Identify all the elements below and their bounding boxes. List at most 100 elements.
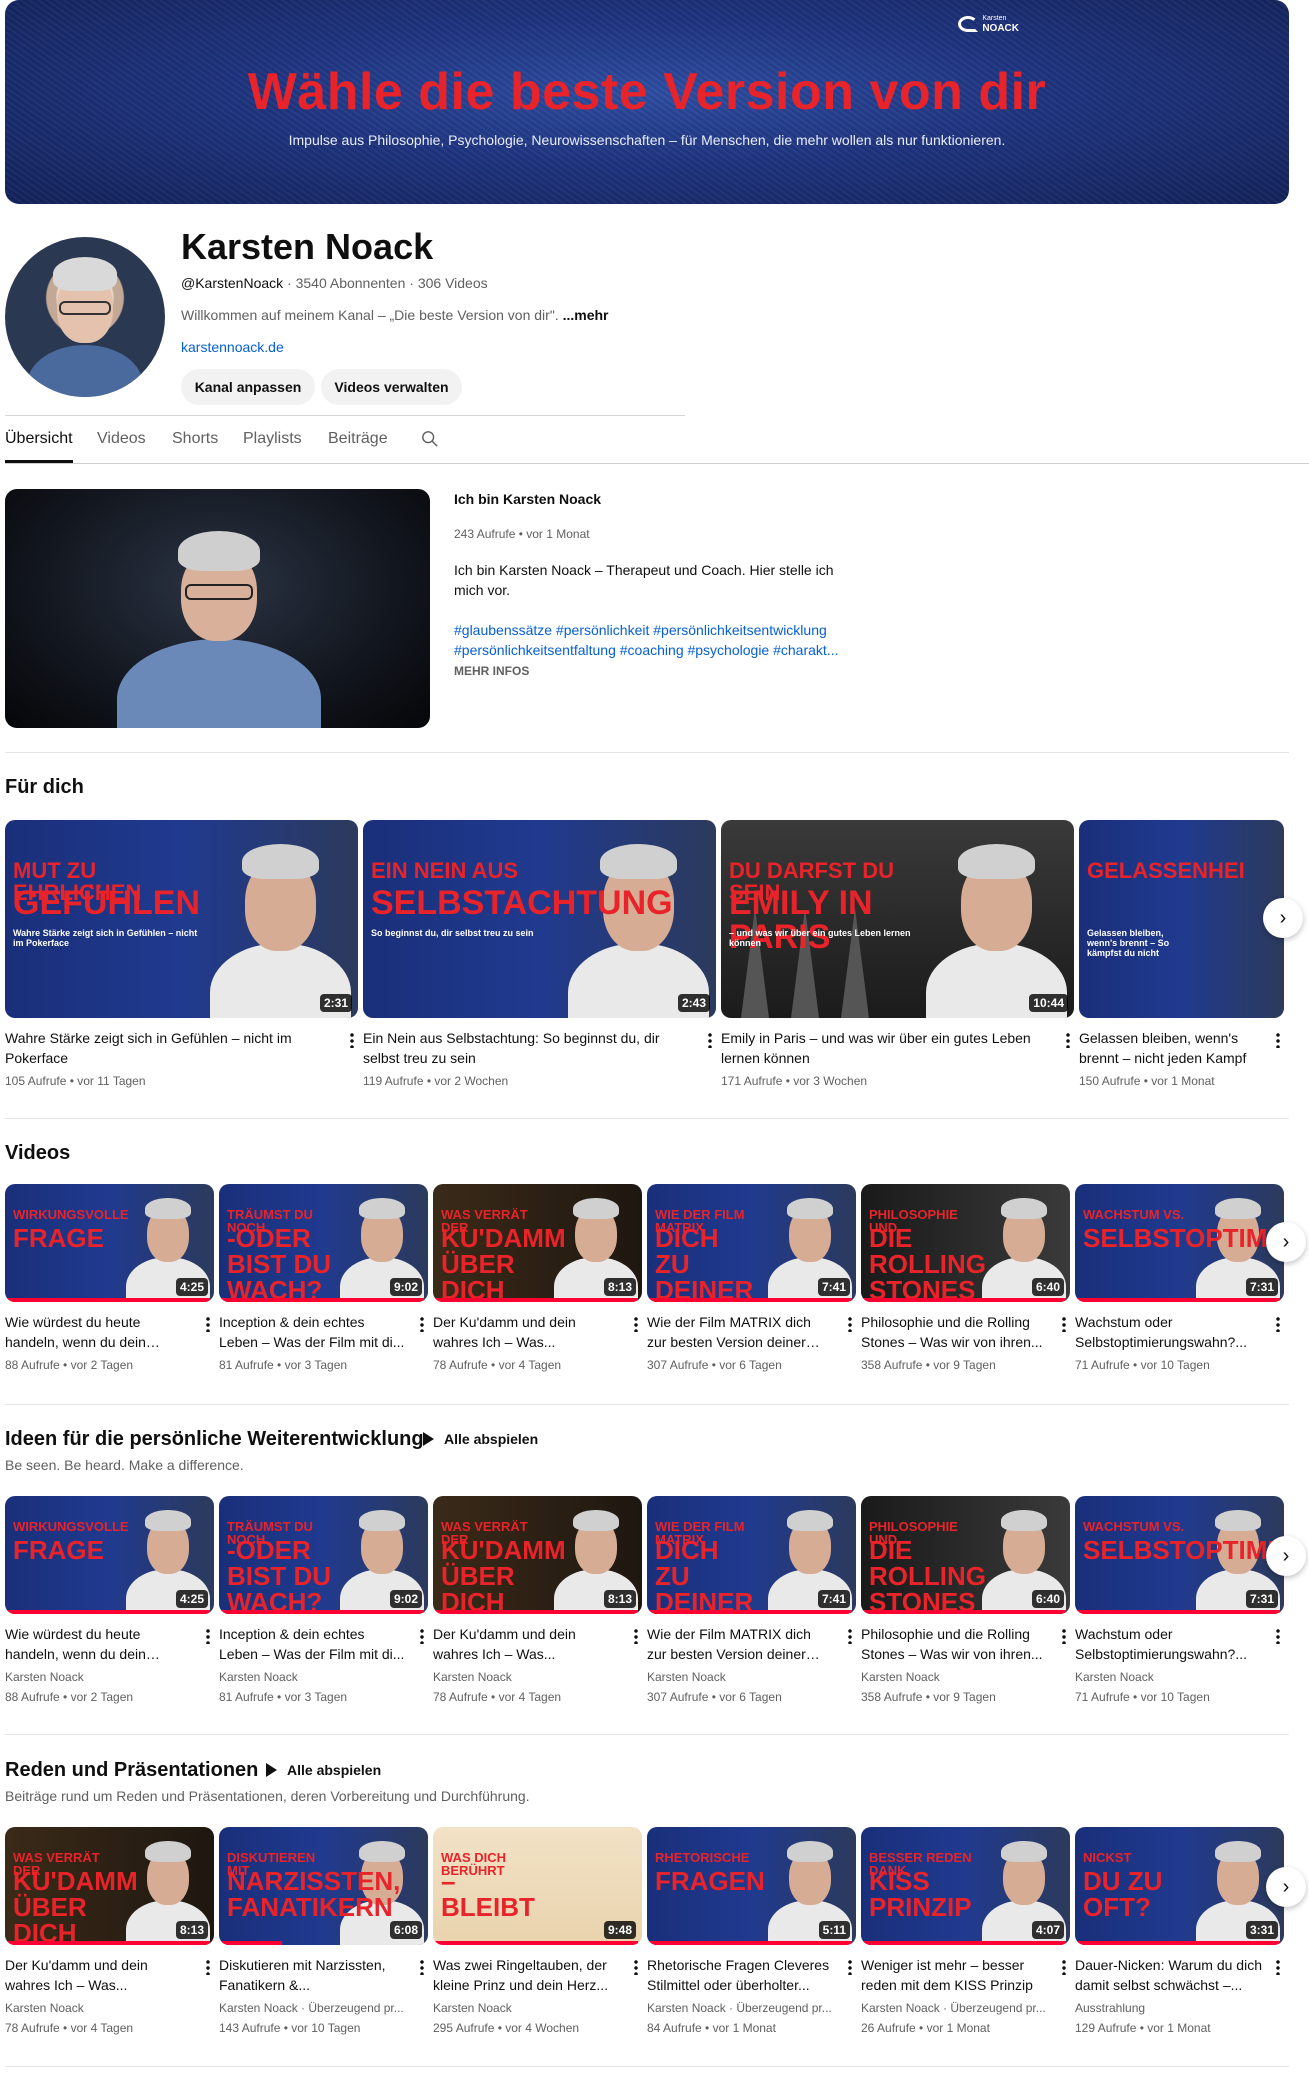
more-actions-icon[interactable] [1062,1959,1066,1975]
video-card[interactable]: Wie der Film Matrixdich zu deiner besten… [647,1496,856,1704]
video-card[interactable]: Wachstum vs.Selbstoptimierungswahn7:31 Wa… [1075,1184,1284,1372]
video-thumbnail[interactable]: Wachstum vs.Selbstoptimierungswahn 7:31 [1075,1496,1284,1614]
tab-videos[interactable]: Videos [97,430,146,448]
video-title[interactable]: Was zwei Ringeltauben, der kleine Prinz … [433,1955,642,1995]
video-thumbnail[interactable]: Ein Nein aus Selbstachtung So beginnst du,… [363,820,716,1018]
channel-name-link[interactable]: Karsten Noack · Überzeugend pr... [861,2001,1070,2015]
channel-name-link[interactable]: Karsten Noack [1075,1670,1284,1684]
video-title[interactable]: Gelassen bleiben, wenn's brennt – nicht … [1079,1028,1284,1068]
channel-name-link[interactable]: Karsten Noack [861,1670,1070,1684]
more-actions-icon[interactable] [206,1959,210,1975]
video-card[interactable]: Was verrät der Ku'Damm über dich 8:13 Der K… [433,1184,642,1372]
video-title[interactable]: Der Ku'damm und dein wahres Ich – Was... [433,1624,642,1664]
search-icon[interactable] [421,430,439,448]
video-card[interactable]: Diskutieren mit Narzissten, Fanatikern 6:0… [219,1827,428,2035]
video-thumbnail[interactable]: Gelassenhei Gelassen bleiben, wenn's bren… [1079,820,1284,1018]
section-title-videos[interactable]: Videos [5,1142,70,1165]
more-actions-icon[interactable] [1062,1316,1066,1332]
video-title[interactable]: Der Ku'damm und dein wahres Ich – Was... [433,1312,642,1352]
video-card[interactable]: Du darfst du sein Emily in Paris – und was… [721,820,1074,1088]
video-thumbnail[interactable]: Diskutieren mit Narzissten, Fanatikern 6:0… [219,1827,428,1945]
channel-name-link[interactable]: Karsten Noack [433,2001,642,2015]
more-actions-icon[interactable] [634,1628,638,1644]
video-title[interactable]: Inception & dein echtes Leben – Was der … [219,1312,428,1352]
more-actions-icon[interactable] [420,1316,424,1332]
channel-name-link[interactable]: Karsten Noack [5,1670,214,1684]
more-actions-icon[interactable] [1276,1316,1280,1332]
channel-name-link[interactable]: Karsten Noack [5,2001,214,2015]
video-thumbnail[interactable]: Philosophie und die Rolling Stones 6:40 [861,1184,1070,1302]
video-title[interactable]: Philosophie und die Rolling Stones – Was… [861,1624,1070,1664]
video-thumbnail[interactable]: Träumst du noch -oder bist du wach? 9:02 [219,1496,428,1614]
video-thumbnail[interactable]: Wachstum vs.Selbstoptimierungswahn 7:31 [1075,1184,1284,1302]
video-thumbnail[interactable]: Was verrät der Ku'Damm über dich 8:13 [433,1496,642,1614]
more-actions-icon[interactable] [1276,1628,1280,1644]
video-title[interactable]: Diskutieren mit Narzissten, Fanatikern &… [219,1955,428,1995]
more-actions-icon[interactable] [1276,1032,1280,1048]
video-thumbnail[interactable]: Wie der Film Matrixdich zu deiner besten… [647,1184,856,1302]
video-thumbnail[interactable]: Was dich berührt – bleibt 9:48 [433,1827,642,1945]
play-all-ideen-button[interactable]: Alle abspielen [423,1431,538,1447]
more-actions-icon[interactable] [206,1628,210,1644]
channel-name-link[interactable]: Karsten Noack · Überzeugend pr... [647,2001,856,2015]
tab-shorts[interactable]: Shorts [172,430,218,448]
play-all-reden-button[interactable]: Alle abspielen [266,1762,381,1778]
video-thumbnail[interactable]: Wie der Film Matrixdich zu deiner besten… [647,1496,856,1614]
video-title[interactable]: Wie würdest du heute handeln, wenn du de… [5,1312,214,1352]
channel-description[interactable]: Willkommen auf meinem Kanal – „Die beste… [181,307,608,323]
video-card[interactable]: Wie der Film Matrixdich zu deiner besten… [647,1184,856,1372]
video-thumbnail[interactable]: Wirkungsvolle Frage 4:25 [5,1184,214,1302]
more-actions-icon[interactable] [1066,1032,1070,1048]
video-thumbnail[interactable]: Wirkungsvolle Frage 4:25 [5,1496,214,1614]
video-card[interactable]: Träumst du noch -oder bist du wach? 9:02 In… [219,1184,428,1372]
more-actions-icon[interactable] [634,1316,638,1332]
video-thumbnail[interactable]: Was verrät der Ku'Damm über dich 8:13 [433,1184,642,1302]
video-card[interactable]: Besser reden dank Kiss Prinzip 4:07 Weniger… [861,1827,1070,2035]
video-thumbnail[interactable]: Mut zu ehrlichen Gefühlen Wahre Stärke zei… [5,820,358,1018]
hashtag-line[interactable]: #glaubenssätze #persönlichkeit #persönli… [454,620,854,640]
video-thumbnail[interactable]: Philosophie und die Rolling Stones 6:40 [861,1496,1070,1614]
tab-overview[interactable]: Übersicht [5,430,73,463]
more-actions-icon[interactable] [206,1316,210,1332]
carousel-next-button[interactable]: › [1266,1536,1306,1576]
video-title[interactable]: Wachstum oder Selbstoptimierungswahn?... [1075,1312,1284,1352]
video-card[interactable]: Träumst du noch -oder bist du wach? 9:02 In… [219,1496,428,1704]
more-actions-icon[interactable] [350,1032,354,1048]
video-card[interactable]: Was verrät der Ku'Damm über dich 8:13 Der K… [433,1496,642,1704]
video-thumbnail[interactable]: Du darfst du sein Emily in Paris – und was… [721,820,1074,1018]
video-card[interactable]: Ein Nein aus Selbstachtung So beginnst du,… [363,820,716,1088]
customize-channel-button[interactable]: Kanal anpassen [181,369,315,405]
video-card[interactable]: Nickst du zu oft? 3:31 Dauer-Nicken: Warum … [1075,1827,1284,2035]
more-actions-icon[interactable] [848,1628,852,1644]
tab-playlists[interactable]: Playlists [243,430,302,448]
video-card[interactable]: Wachstum vs.Selbstoptimierungswahn7:31 Wa… [1075,1496,1284,1704]
carousel-next-button[interactable]: › [1263,898,1303,938]
more-actions-icon[interactable] [848,1316,852,1332]
video-thumbnail[interactable]: Träumst du noch -oder bist du wach? 9:02 [219,1184,428,1302]
more-actions-icon[interactable] [634,1959,638,1975]
video-title[interactable]: Inception & dein echtes Leben – Was der … [219,1624,428,1664]
video-thumbnail[interactable]: Nickst du zu oft? 3:31 [1075,1827,1284,1945]
video-title[interactable]: Philosophie und die Rolling Stones – Was… [861,1312,1070,1352]
video-title[interactable]: Wie der Film MATRIX dich zur besten Vers… [647,1312,856,1352]
video-title[interactable]: Wachstum oder Selbstoptimierungswahn?... [1075,1624,1284,1664]
tab-posts[interactable]: Beiträge [328,430,388,448]
channel-avatar[interactable] [5,237,165,397]
video-card[interactable]: Philosophie und die Rolling Stones 6:40 Phi… [861,1496,1070,1704]
video-card[interactable]: Was dich berührt – bleibt 9:48 Was zwei Rin… [433,1827,642,2035]
video-title[interactable]: Weniger ist mehr – besser reden mit dem … [861,1955,1070,1995]
more-actions-icon[interactable] [1062,1628,1066,1644]
featured-video-title[interactable]: Ich bin Karsten Noack [454,491,601,507]
video-card[interactable]: Rhetorische Fragen 5:11 Rhetorische Fragen … [647,1827,856,2035]
video-title[interactable]: Dauer-Nicken: Warum du dich damit selbst… [1075,1955,1284,1995]
channel-name-link[interactable]: Karsten Noack [433,1670,642,1684]
more-actions-icon[interactable] [420,1959,424,1975]
video-card[interactable]: Mut zu ehrlichen Gefühlen Wahre Stärke zei… [5,820,358,1088]
carousel-next-button[interactable]: › [1266,1867,1306,1907]
video-card[interactable]: Wirkungsvolle Frage 4:25 Wie würdest du heu… [5,1496,214,1704]
video-title[interactable]: Der Ku'damm und dein wahres Ich – Was... [5,1955,214,1995]
description-more-link[interactable]: ...mehr [563,307,609,323]
channel-name-link[interactable]: Ausstrahlung [1075,2001,1284,2015]
video-title[interactable]: Rhetorische Fragen Cleveres Stilmittel o… [647,1955,856,1995]
more-actions-icon[interactable] [708,1032,712,1048]
